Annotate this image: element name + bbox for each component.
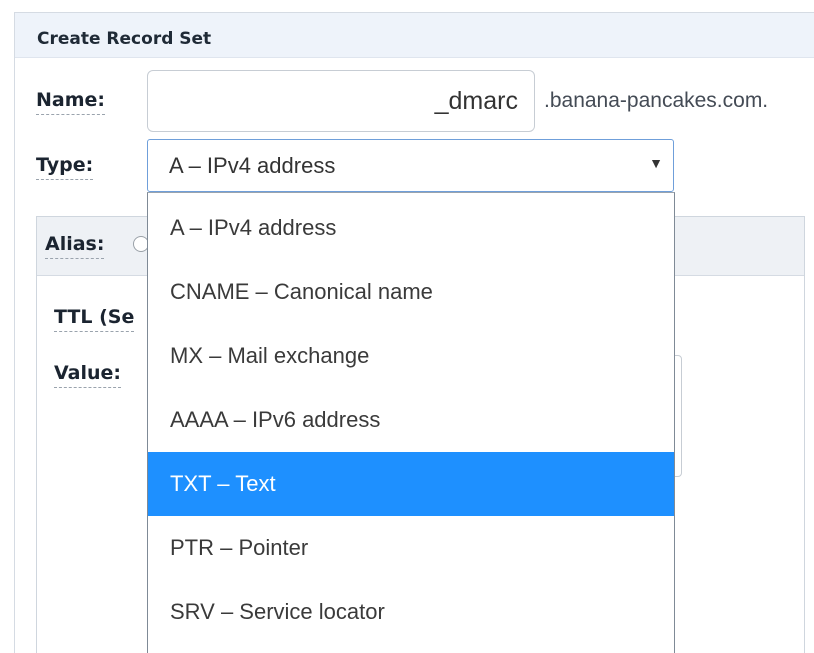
alias-label: Alias: [45, 233, 105, 259]
dropdown-option[interactable]: PTR – Pointer [148, 516, 674, 580]
screen: Create Record Set Name: .banana-pancakes… [0, 0, 814, 653]
dropdown-option[interactable]: CNAME – Canonical name [148, 260, 674, 324]
dropdown-option[interactable]: MX – Mail exchange [148, 324, 674, 388]
ttl-label: TTL (Se [54, 306, 135, 332]
panel-title: Create Record Set [37, 29, 212, 49]
dropdown-option[interactable]: AAAA – IPv6 address [148, 388, 674, 452]
chevron-down-icon: ▼ [649, 155, 663, 171]
type-label: Type: [36, 154, 94, 180]
domain-suffix: .banana-pancakes.com. [544, 89, 769, 112]
type-select-value: A – IPv4 address [169, 153, 336, 178]
name-label: Name: [36, 89, 106, 115]
value-label: Value: [54, 362, 122, 388]
dropdown-option[interactable]: TXT – Text [148, 452, 674, 516]
type-select[interactable]: A – IPv4 address ▼ [147, 139, 674, 192]
dropdown-option[interactable]: A – IPv4 address [148, 196, 674, 260]
type-dropdown-list: A – IPv4 address CNAME – Canonical name MX… [147, 192, 675, 653]
dropdown-option[interactable]: SRV – Service locator [148, 580, 674, 644]
panel-header: Create Record Set [15, 13, 814, 58]
name-input[interactable] [147, 70, 535, 132]
